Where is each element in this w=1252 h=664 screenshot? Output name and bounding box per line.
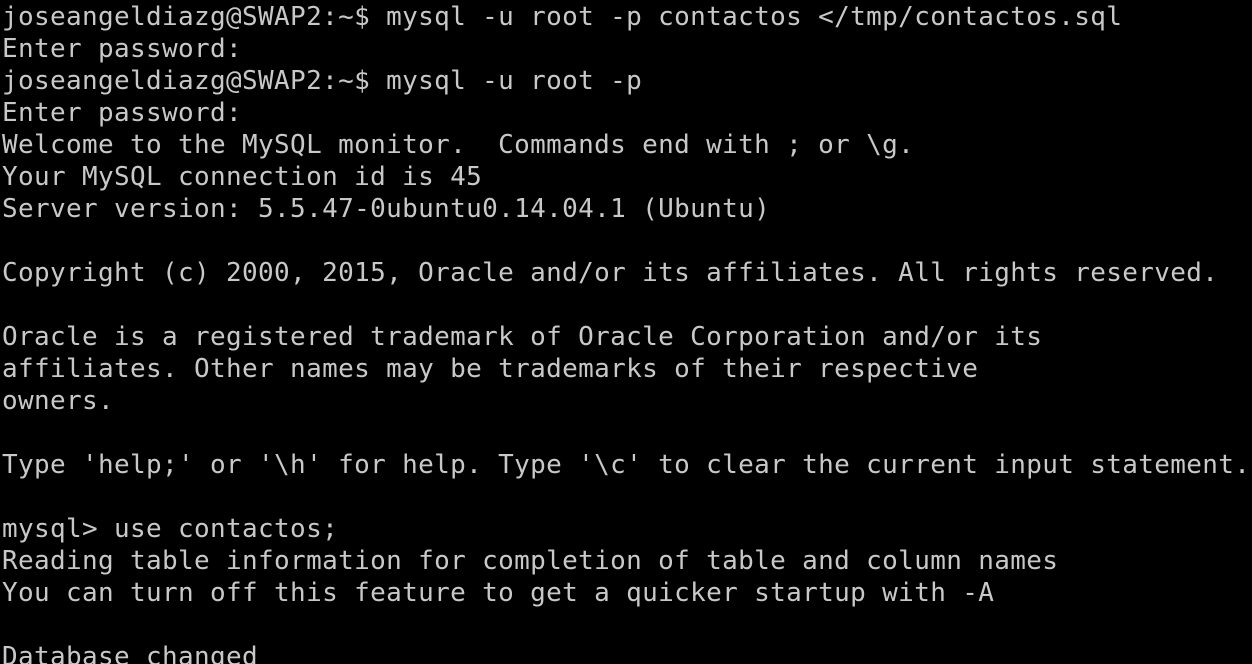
prompt-command-login: joseangeldiazg@SWAP2:~$ mysql -u root -p: [2, 66, 643, 96]
startup-hint-line: You can turn off this feature to get a q…: [2, 578, 995, 608]
mysql-connection-id-line: Your MySQL connection id is 45: [2, 162, 483, 192]
trademark-line: owners.: [2, 386, 115, 416]
password-prompt: Enter password:: [2, 98, 243, 128]
trademark-line: affiliates. Other names may be trademark…: [2, 354, 979, 384]
mysql-server-version-line: Server version: 5.5.47-0ubuntu0.14.04.1 …: [2, 194, 771, 224]
trademark-line: Oracle is a registered trademark of Orac…: [2, 322, 1043, 352]
mysql-welcome-line: Welcome to the MySQL monitor. Commands e…: [2, 130, 915, 160]
terminal-window[interactable]: joseangeldiazg@SWAP2:~$ mysql -u root -p…: [0, 0, 1252, 664]
copyright-line: Copyright (c) 2000, 2015, Oracle and/or …: [2, 258, 1219, 288]
reading-table-info-line: Reading table information for completion…: [2, 546, 1059, 576]
mysql-prompt-use-command: mysql> use contactos;: [2, 514, 339, 544]
password-prompt: Enter password:: [2, 34, 243, 64]
prompt-command-import: joseangeldiazg@SWAP2:~$ mysql -u root -p…: [2, 2, 1123, 32]
database-changed-line: Database changed: [2, 642, 259, 664]
help-hint-line: Type 'help;' or '\h' for help. Type '\c'…: [2, 450, 1251, 480]
